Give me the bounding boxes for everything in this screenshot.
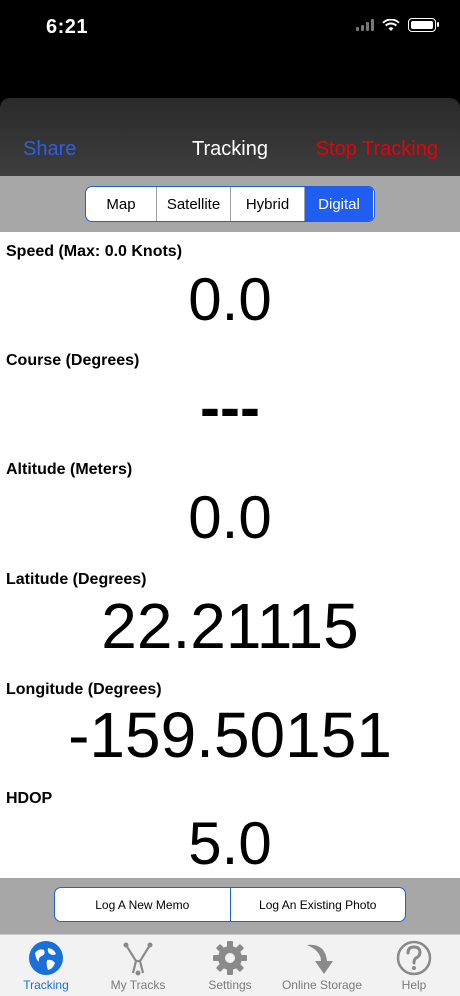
longitude-value: -159.50151 xyxy=(68,699,392,771)
cellular-signal-icon xyxy=(356,19,374,31)
hdop-value: 5.0 xyxy=(188,810,272,877)
tab-help-label: Help xyxy=(401,978,427,992)
tab-my-tracks[interactable]: My Tracks xyxy=(92,935,184,996)
battery-icon xyxy=(408,18,439,32)
latitude-label: Latitude (Degrees) xyxy=(6,571,147,588)
gear-icon xyxy=(213,941,247,975)
memo-segmented-control: Log A New Memo Log An Existing Photo xyxy=(54,887,406,922)
latitude-value: 22.21115 xyxy=(101,590,359,662)
view-mode-bar: Map Satellite Hybrid Digital xyxy=(0,176,460,232)
segment-satellite[interactable]: Satellite xyxy=(157,187,231,221)
tab-help[interactable]: Help xyxy=(368,935,460,996)
speed-label: Speed (Max: 0.0 Knots) xyxy=(6,243,183,260)
altitude-value: 0.0 xyxy=(188,484,272,551)
tracks-icon xyxy=(123,942,153,976)
log-new-memo-button[interactable]: Log A New Memo xyxy=(55,888,231,921)
tab-tracking[interactable]: Tracking xyxy=(0,935,92,996)
segment-digital[interactable]: Digital xyxy=(305,187,373,221)
tab-my-tracks-label: My Tracks xyxy=(110,978,166,992)
tab-online-storage-label: Online Storage xyxy=(281,978,363,992)
tab-tracking-label: Tracking xyxy=(23,978,69,992)
speed-value: 0.0 xyxy=(188,266,272,333)
status-time: 6:21 xyxy=(46,16,89,38)
course-label: Course (Degrees) xyxy=(6,352,140,369)
status-icons xyxy=(356,18,439,32)
log-existing-photo-button[interactable]: Log An Existing Photo xyxy=(231,888,406,921)
memo-bar: Log A New Memo Log An Existing Photo xyxy=(0,878,460,934)
stop-tracking-button[interactable]: Stop Tracking xyxy=(316,138,438,161)
tab-settings-label: Settings xyxy=(208,978,252,992)
status-bar: 6:21 xyxy=(0,0,460,58)
tab-bar: Tracking My Tracks Settings Online Stora… xyxy=(0,934,460,996)
wifi-icon xyxy=(382,18,400,31)
question-icon xyxy=(396,940,432,976)
app-screen: 6:21 Share Tracking Stop Tracking Map Sa… xyxy=(0,0,460,996)
altitude-label: Altitude (Meters) xyxy=(6,461,133,478)
tab-settings[interactable]: Settings xyxy=(184,935,276,996)
download-arrow-icon xyxy=(307,944,333,974)
course-value: --- xyxy=(200,374,260,441)
tab-online-storage[interactable]: Online Storage xyxy=(276,935,368,996)
segment-hybrid[interactable]: Hybrid xyxy=(231,187,305,221)
digital-readouts: Speed (Max: 0.0 Knots) 0.0 Course (Degre… xyxy=(0,232,460,878)
navigation-bar: Share Tracking Stop Tracking xyxy=(0,98,460,176)
globe-icon xyxy=(29,941,63,975)
view-mode-segmented-control: Map Satellite Hybrid Digital xyxy=(85,186,375,222)
longitude-label: Longitude (Degrees) xyxy=(6,681,162,698)
hdop-label: HDOP xyxy=(6,790,53,807)
segment-map[interactable]: Map xyxy=(86,187,157,221)
